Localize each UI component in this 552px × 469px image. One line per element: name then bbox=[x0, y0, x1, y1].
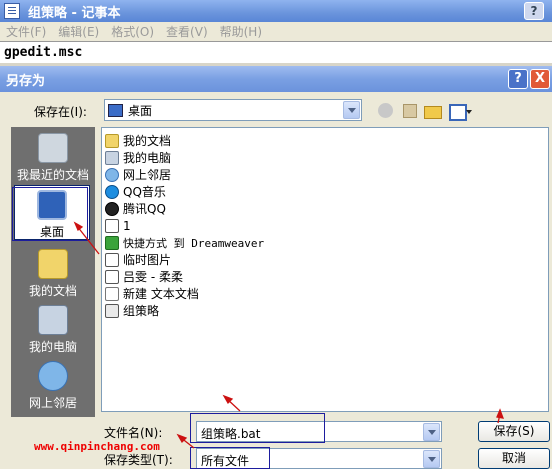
file-name: 临时图片 bbox=[123, 253, 172, 267]
notepad-icon bbox=[4, 3, 20, 19]
file-name: 吕雯 - 柔柔 bbox=[123, 270, 183, 284]
file-name: 新建 文本文档 bbox=[123, 287, 199, 301]
list-item[interactable]: 我的文档 bbox=[102, 132, 548, 149]
list-item[interactable]: 临时图片 bbox=[102, 251, 548, 268]
place-label: 我的文档 bbox=[28, 284, 77, 298]
place-recent-documents[interactable]: 我最近的文档 bbox=[11, 133, 95, 183]
notepad-title: 组策略 - 记事本 bbox=[28, 5, 121, 21]
my-computer-icon bbox=[38, 305, 68, 335]
list-item[interactable]: 吕雯 - 柔柔 bbox=[102, 268, 548, 285]
file-name: 组策略 bbox=[123, 304, 160, 318]
notepad-title-bar: 组策略 - 记事本 ? bbox=[0, 0, 552, 22]
network-icon bbox=[38, 361, 68, 391]
filetype-label: 保存类型(T): bbox=[104, 453, 173, 467]
annotation-box-desktop bbox=[12, 187, 88, 241]
document-icon bbox=[105, 269, 119, 284]
annotation-box-filename bbox=[190, 413, 325, 443]
annotation-box-filetype bbox=[190, 447, 270, 469]
place-label: 我的电脑 bbox=[28, 340, 77, 354]
desktop-icon bbox=[108, 103, 123, 117]
list-item[interactable]: 快捷方式 到 Dreamweaver bbox=[102, 234, 548, 251]
place-my-documents[interactable]: 我的文档 bbox=[11, 249, 95, 299]
file-list[interactable]: 我的文档 我的电脑 网上邻居 QQ音乐 腾讯QQ 1 快捷方式 到 Dreamw… bbox=[101, 127, 549, 412]
menu-view[interactable]: 查看(V) bbox=[166, 23, 208, 40]
cancel-button[interactable]: 取消 bbox=[478, 448, 550, 469]
my-computer-icon bbox=[105, 150, 119, 165]
file-name: QQ音乐 bbox=[123, 185, 166, 199]
save-in-combo[interactable]: 桌面 bbox=[104, 99, 362, 121]
arrow-head bbox=[176, 433, 188, 444]
list-item[interactable]: QQ音乐 bbox=[102, 183, 548, 200]
place-label: 网上邻居 bbox=[28, 396, 77, 410]
chevron-down-icon[interactable] bbox=[343, 101, 360, 119]
list-item[interactable]: 新建 文本文档 bbox=[102, 285, 548, 302]
file-name: 腾讯QQ bbox=[123, 202, 166, 216]
dreamweaver-shortcut-icon bbox=[105, 235, 119, 250]
list-item[interactable]: 网上邻居 bbox=[102, 166, 548, 183]
my-documents-icon bbox=[38, 249, 68, 279]
place-my-computer[interactable]: 我的电脑 bbox=[11, 305, 95, 355]
place-label: 我最近的文档 bbox=[16, 168, 89, 182]
list-item[interactable]: 腾讯QQ bbox=[102, 200, 548, 217]
file-name: 网上邻居 bbox=[123, 168, 172, 182]
chevron-down-icon[interactable] bbox=[423, 450, 440, 468]
file-name: 我的电脑 bbox=[123, 151, 172, 165]
filename-label: 文件名(N): bbox=[104, 426, 163, 440]
menu-file[interactable]: 文件(F) bbox=[6, 23, 46, 40]
network-icon bbox=[105, 167, 119, 182]
up-folder-icon[interactable] bbox=[400, 103, 418, 119]
list-item[interactable]: 1 bbox=[102, 217, 548, 234]
dialog-help-button[interactable]: ? bbox=[508, 69, 528, 89]
dialog-close-button[interactable]: X bbox=[530, 69, 550, 89]
document-icon bbox=[105, 218, 119, 233]
file-name: 我的文档 bbox=[123, 134, 172, 148]
notepad-help-button[interactable]: ? bbox=[524, 2, 544, 20]
qqmusic-icon bbox=[105, 184, 119, 199]
file-name: 1 bbox=[123, 218, 131, 233]
document-icon bbox=[105, 252, 119, 267]
qq-icon bbox=[105, 201, 119, 216]
menu-format[interactable]: 格式(O) bbox=[111, 23, 154, 40]
my-documents-icon bbox=[105, 133, 119, 148]
text-file-icon bbox=[105, 286, 119, 301]
list-item[interactable]: 我的电脑 bbox=[102, 149, 548, 166]
recent-documents-icon bbox=[38, 133, 68, 163]
view-menu-icon[interactable] bbox=[449, 103, 473, 121]
list-item[interactable]: 组策略 bbox=[102, 302, 548, 319]
file-name: 快捷方式 到 Dreamweaver bbox=[123, 236, 265, 250]
save-in-label: 保存在(I): bbox=[34, 105, 87, 119]
notepad-text-area[interactable]: gpedit.msc bbox=[0, 41, 552, 63]
places-bar: 我最近的文档 桌面 我的文档 我的电脑 网上邻居 bbox=[11, 127, 95, 417]
place-network[interactable]: 网上邻居 bbox=[11, 361, 95, 411]
save-button[interactable]: 保存(S) bbox=[478, 421, 550, 442]
watermark: www.qinpinchang.com bbox=[34, 440, 160, 453]
save-dialog-title-bar: 另存为 ? X bbox=[0, 66, 552, 92]
menu-help[interactable]: 帮助(H) bbox=[220, 23, 262, 40]
menu-edit[interactable]: 编辑(E) bbox=[58, 23, 99, 40]
chevron-down-icon[interactable] bbox=[423, 423, 440, 441]
notepad-menubar: 文件(F) 编辑(E) 格式(O) 查看(V) 帮助(H) bbox=[0, 22, 552, 41]
back-icon[interactable] bbox=[377, 103, 395, 119]
new-folder-icon[interactable] bbox=[424, 103, 442, 119]
batch-file-icon bbox=[105, 303, 119, 318]
save-dialog-title: 另存为 bbox=[6, 73, 46, 89]
save-in-value: 桌面 bbox=[128, 103, 153, 118]
